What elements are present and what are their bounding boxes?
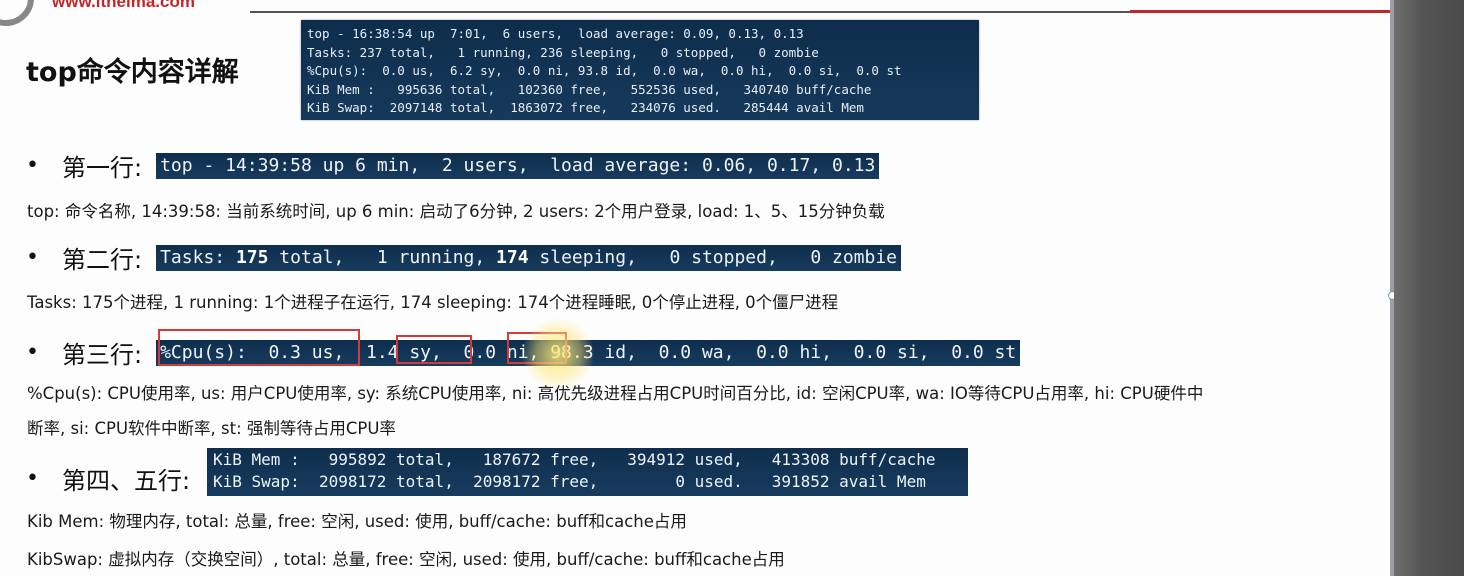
side-panel <box>1394 0 1464 576</box>
row1-description: top: 命令名称, 14:39:58: 当前系统时间, up 6 min: 启… <box>27 202 885 221</box>
row45-label: 第四、五行: <box>62 467 191 495</box>
slide: www.itheima.com top命令内容详解 top - 16:38:54… <box>0 0 1400 576</box>
row3-label: 第三行: <box>62 341 143 369</box>
row3-description-line1: %Cpu(s): CPU使用率, us: 用户CPU使用率, sy: 系统CPU… <box>27 384 1204 403</box>
row2: • 第二行: Tasks: 175 total, 1 running, 174 … <box>26 240 902 275</box>
swap-description: KibSwap: 虚拟内存（交换空间）, total: 总量, free: 空闲… <box>27 550 785 569</box>
row2-terminal-line: Tasks: 175 total, 1 running, 174 sleepin… <box>156 244 902 271</box>
bullet-icon: • <box>26 340 39 365</box>
terminal-line: KiB Swap: 2097148 total, 1863072 free, 2… <box>307 100 864 116</box>
top-terminal-screenshot: top - 16:38:54 up 7:01, 6 users, load av… <box>301 20 979 120</box>
page-title: top命令内容详解 <box>26 57 239 88</box>
row1-label: 第一行: <box>62 154 143 182</box>
highlight-us <box>158 329 360 366</box>
terminal-line: top - 16:38:54 up 7:01, 6 users, load av… <box>307 26 804 41</box>
row45-terminal-block: KiB Mem : 995892 total, 187672 free, 394… <box>207 448 968 496</box>
row45: • 第四、五行: <box>26 461 204 496</box>
row1-terminal-line: top - 14:39:58 up 6 min, 2 users, load a… <box>156 152 880 179</box>
row2-description: Tasks: 175个进程, 1 running: 1个进程子在运行, 174 … <box>27 293 839 312</box>
mem-description: Kib Mem: 物理内存, total: 总量, free: 空闲, used… <box>27 512 687 531</box>
bullet-icon: • <box>26 466 39 491</box>
terminal-line: Tasks: 237 total, 1 running, 236 sleepin… <box>307 44 819 60</box>
highlight-sy <box>396 335 472 364</box>
header-rule-accent <box>1130 10 1400 13</box>
row1: • 第一行: top - 14:39:58 up 6 min, 2 users,… <box>26 148 880 183</box>
terminal-line: KiB Mem : 995636 total, 102360 free, 552… <box>307 81 872 97</box>
terminal-line: %Cpu(s): 0.0 us, 6.2 sy, 0.0 ni, 93.8 id… <box>307 63 902 79</box>
swap-line: KiB Swap: 2098172 total, 2098172 free, 0… <box>213 472 926 491</box>
row2-label: 第二行: <box>62 246 143 274</box>
mem-line: KiB Mem : 995892 total, 187672 free, 394… <box>213 450 936 469</box>
bullet-icon: • <box>26 245 39 270</box>
bullet-icon: • <box>26 153 39 178</box>
logo-icon <box>0 0 34 26</box>
row3-description-line2: 断率, si: CPU软件中断率, st: 强制等待占用CPU率 <box>27 419 396 438</box>
site-url: www.itheima.com <box>52 0 195 11</box>
